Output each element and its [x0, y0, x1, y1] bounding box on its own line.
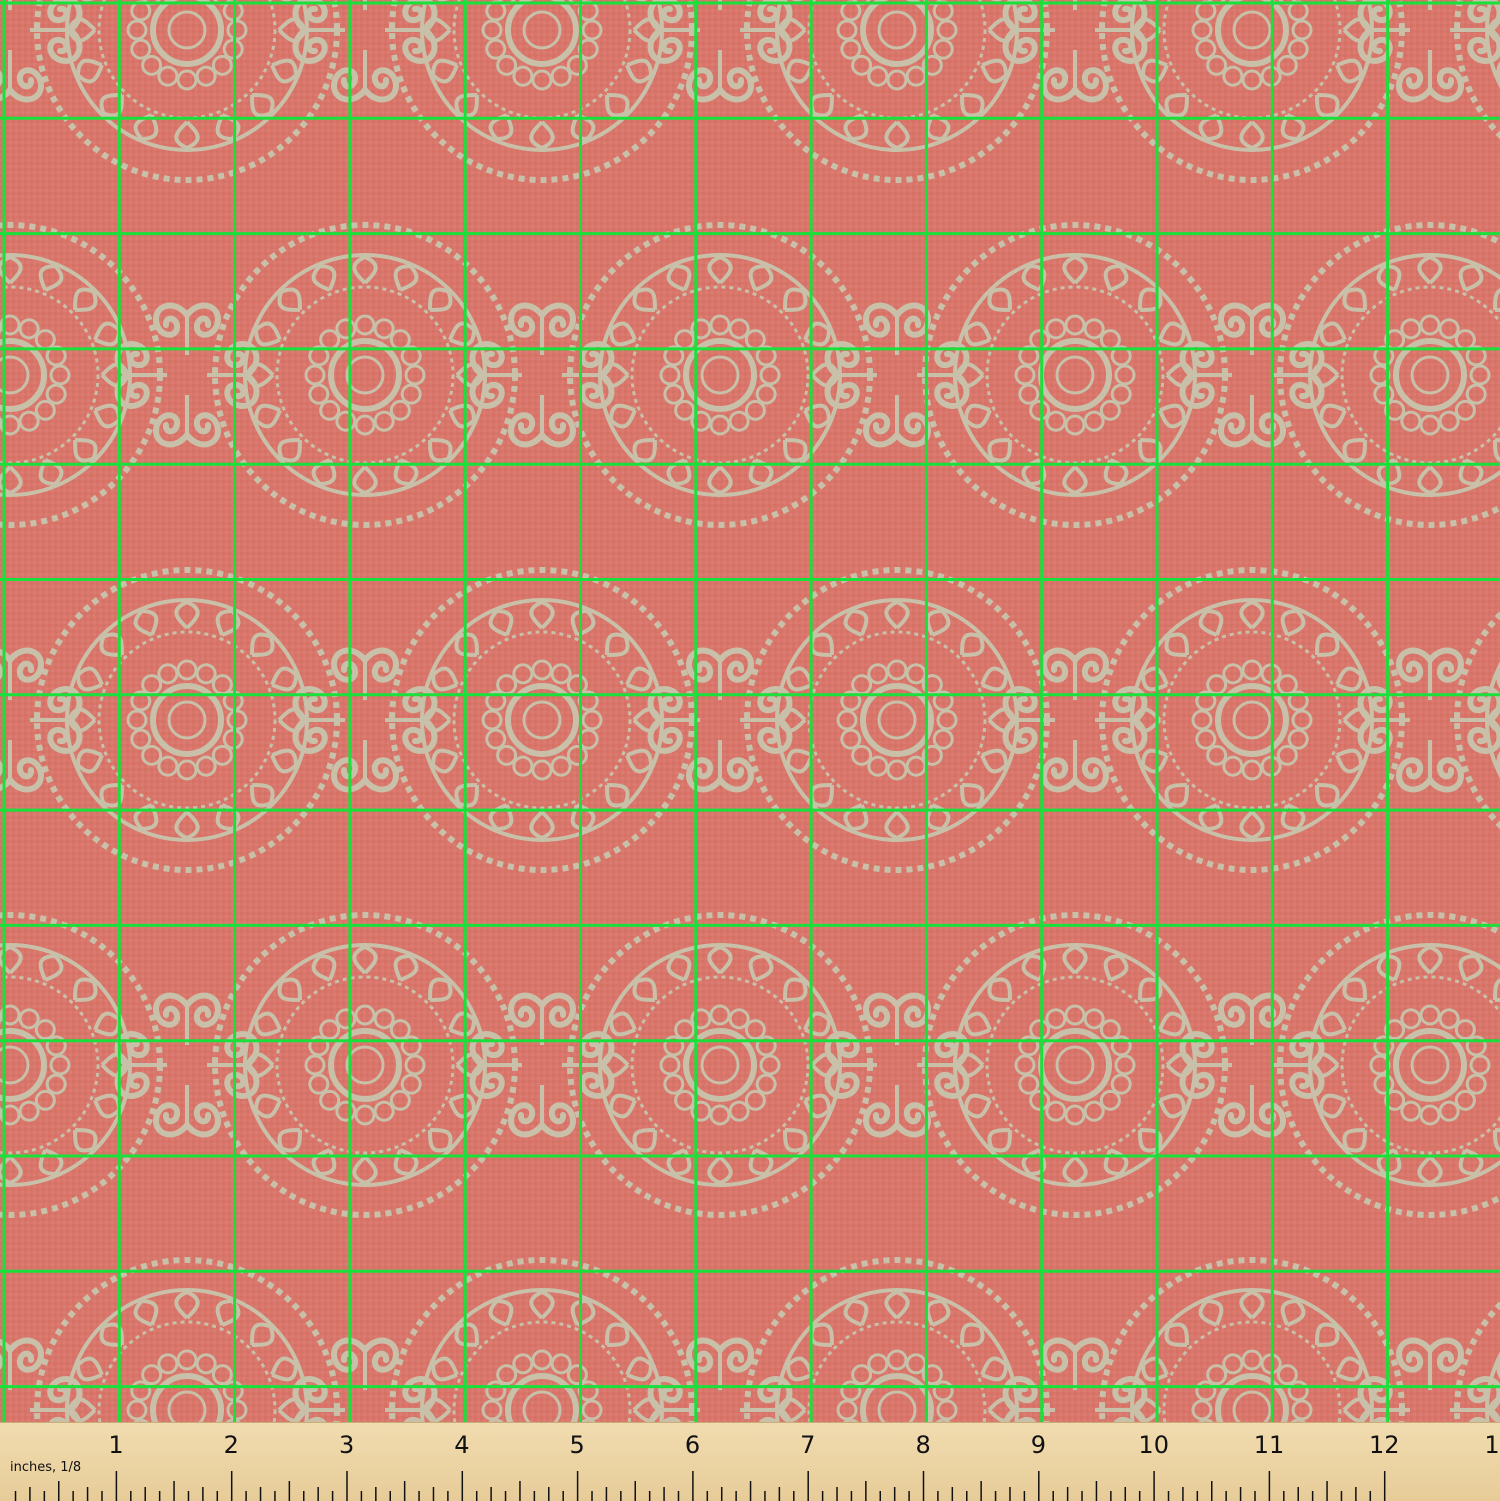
ruler-number: 4 [454, 1431, 469, 1459]
ruler-number: 9 [1031, 1431, 1046, 1459]
fabric-swatch [0, 0, 1500, 1422]
ruler-number: 6 [685, 1431, 700, 1459]
ruler-number: 7 [800, 1431, 815, 1459]
ruler-unit-label: inches, 1/8 [10, 1460, 81, 1475]
ruler-number: 8 [915, 1431, 930, 1459]
ruler-number: 12 [1369, 1431, 1400, 1459]
ruler: 1 2 3 4 5 6 7 8 9 10 11 12 1 inches, 1/8 [0, 1422, 1500, 1501]
ruler-number: 1 [108, 1431, 123, 1459]
ruler-number: 10 [1138, 1431, 1169, 1459]
ruler-number: 5 [570, 1431, 585, 1459]
ruler-ticks [14, 1471, 1386, 1501]
ruler-labels: 1 2 3 4 5 6 7 8 9 10 11 12 1 [108, 1431, 1499, 1459]
fabric-pattern [0, 0, 1500, 1422]
ruler-number: 11 [1254, 1431, 1285, 1459]
ruler-number: 1 [1484, 1431, 1499, 1459]
ruler-number: 3 [339, 1431, 354, 1459]
ruler-number: 2 [224, 1431, 239, 1459]
